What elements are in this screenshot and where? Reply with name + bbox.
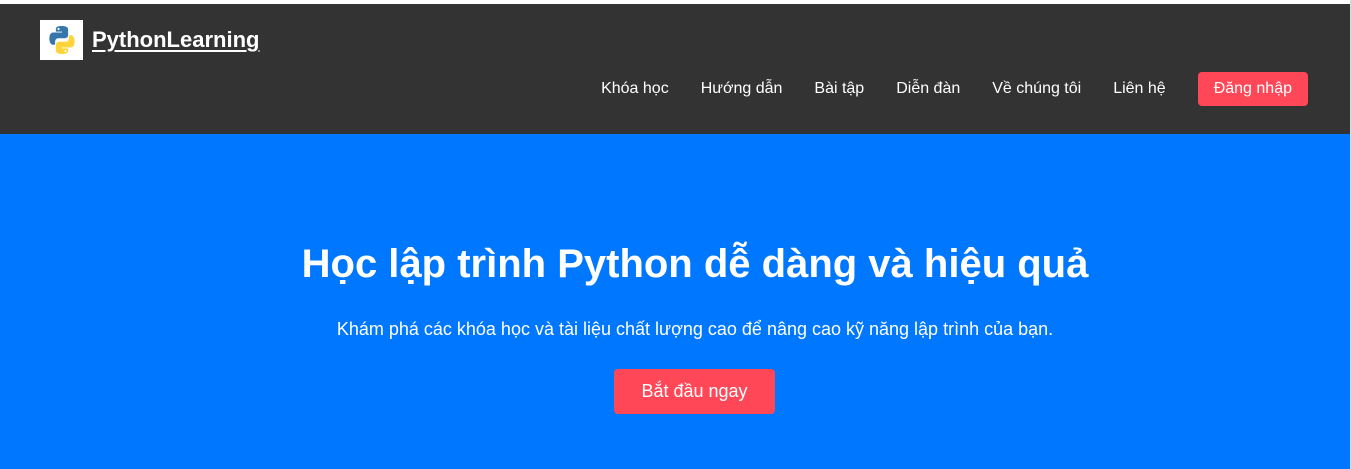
- brand-name: PythonLearning: [92, 27, 260, 52]
- login-button[interactable]: Đăng nhập: [1197, 72, 1308, 106]
- nav-item-exercises[interactable]: Bài tập: [814, 80, 864, 98]
- nav-item-contact[interactable]: Liên hệ: [1113, 80, 1166, 98]
- hero-section: Học lập trình Python dễ dàng và hiệu quả…: [0, 134, 1350, 469]
- main-nav: Khóa học Hướng dẫn Bài tập Diễn đàn Về c…: [601, 72, 1308, 106]
- hero-title: Học lập trình Python dễ dàng và hiệu quả: [301, 242, 1089, 286]
- nav-item-tutorials[interactable]: Hướng dẫn: [701, 80, 783, 98]
- get-started-button[interactable]: Bắt đầu ngay: [614, 369, 775, 414]
- python-logo-icon: [40, 20, 83, 60]
- home-link[interactable]: PythonLearning: [40, 20, 259, 60]
- nav-item-about[interactable]: Về chúng tôi: [992, 80, 1081, 98]
- page: PythonLearning Khóa học Hướng dẫn Bài tậ…: [0, 0, 1351, 469]
- hero-subtitle: Khám phá các khóa học và tài liệu chất l…: [336, 319, 1054, 339]
- nav-item-forum[interactable]: Diễn đàn: [896, 80, 960, 98]
- site-header: PythonLearning Khóa học Hướng dẫn Bài tậ…: [0, 4, 1350, 134]
- nav-item-courses[interactable]: Khóa học: [601, 80, 669, 98]
